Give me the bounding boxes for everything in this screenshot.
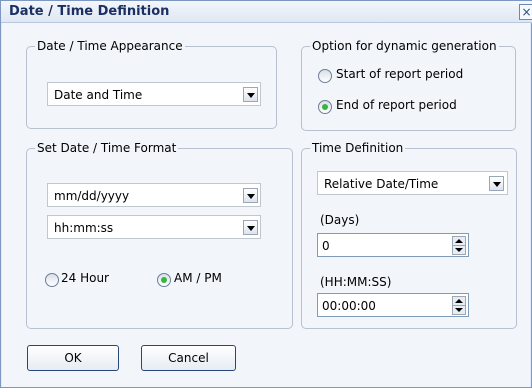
- start-report-period-label: Start of report period: [336, 67, 464, 81]
- date-format-select[interactable]: mm/dd/yyyy: [47, 183, 261, 207]
- time-input[interactable]: 00:00:00: [317, 293, 469, 317]
- cancel-button[interactable]: Cancel: [141, 345, 236, 371]
- time-definition-value: Relative Date/Time: [324, 177, 439, 191]
- close-icon[interactable]: ×: [519, 4, 532, 20]
- cancel-button-label: Cancel: [168, 351, 209, 365]
- date-time-definition-dialog: Date / Time Definition × Date / Time App…: [0, 0, 532, 388]
- days-label: (Days): [320, 213, 360, 227]
- appearance-select[interactable]: Date and Time: [47, 82, 261, 106]
- start-report-period-radio[interactable]: [318, 69, 332, 83]
- dialog-content: Date / Time Appearance Date and Time Opt…: [2, 23, 530, 387]
- spinner-icon[interactable]: [452, 296, 466, 315]
- dialog-title: Date / Time Definition: [9, 4, 170, 19]
- 24-hour-label: 24 Hour: [61, 271, 109, 285]
- time-definition-group: Time Definition Relative Date/Time (Days…: [301, 141, 517, 329]
- date-format-value: mm/dd/yyyy: [54, 189, 130, 203]
- date-time-format-group: Set Date / Time Format mm/dd/yyyy hh:mm:…: [26, 141, 293, 329]
- appearance-selected-value: Date and Time: [54, 88, 143, 102]
- time-format-value: hh:mm:ss: [54, 221, 114, 235]
- dynamic-generation-group: Option for dynamic generation Start of r…: [301, 39, 516, 131]
- spinner-icon[interactable]: [452, 236, 466, 255]
- appearance-group-title: Date / Time Appearance: [35, 39, 185, 53]
- date-time-appearance-group: Date / Time Appearance Date and Time: [26, 39, 277, 129]
- end-report-period-label: End of report period: [336, 98, 457, 112]
- time-definition-select[interactable]: Relative Date/Time: [317, 171, 508, 195]
- time-format-select[interactable]: hh:mm:ss: [47, 215, 261, 239]
- am-pm-label: AM / PM: [174, 271, 222, 285]
- 24-hour-radio[interactable]: [45, 273, 59, 287]
- am-pm-radio[interactable]: [157, 273, 171, 287]
- chevron-down-icon[interactable]: [243, 188, 258, 203]
- ok-button-label: OK: [64, 351, 82, 365]
- chevron-down-icon[interactable]: [489, 176, 504, 191]
- chevron-down-icon[interactable]: [243, 220, 258, 235]
- time-value: 00:00:00: [322, 299, 376, 313]
- format-group-title: Set Date / Time Format: [35, 141, 179, 155]
- ok-button[interactable]: OK: [27, 345, 119, 371]
- title-bar: Date / Time Definition ×: [1, 1, 532, 23]
- days-value: 0: [322, 239, 330, 253]
- time-definition-title: Time Definition: [310, 141, 406, 155]
- time-label: (HH:MM:SS): [320, 275, 392, 289]
- days-input[interactable]: 0: [317, 233, 469, 257]
- end-report-period-radio[interactable]: [318, 100, 332, 114]
- dynamic-generation-title: Option for dynamic generation: [310, 39, 499, 53]
- chevron-down-icon[interactable]: [243, 87, 258, 102]
